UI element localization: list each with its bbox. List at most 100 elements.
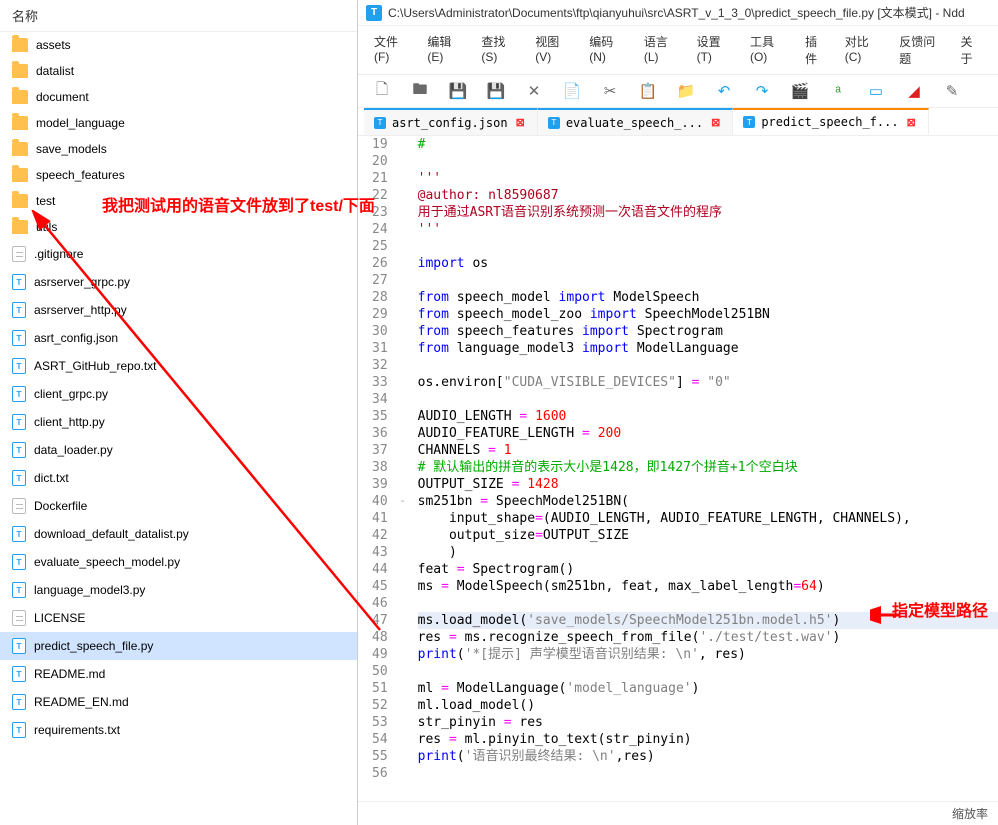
file-item-readme-md[interactable]: TREADME.md xyxy=(0,660,357,688)
sidebar-header: 名称 xyxy=(0,0,357,32)
file-icon: T xyxy=(12,302,26,318)
file-label: language_model3.py xyxy=(34,583,145,597)
annotation-model-path: 指定模型路径 xyxy=(892,597,988,621)
tab-file-icon: T xyxy=(548,117,560,129)
view-icon[interactable]: ▭ xyxy=(866,81,886,101)
file-label: utils xyxy=(36,220,57,234)
folder-icon xyxy=(12,64,28,78)
menu-E[interactable]: 编辑(E) xyxy=(421,30,469,70)
menu-F[interactable]: 文件(F) xyxy=(368,30,415,70)
file-label: speech_features xyxy=(36,168,125,182)
file-label: dict.txt xyxy=(34,471,69,485)
file-item-utils[interactable]: utils xyxy=(0,214,357,240)
file-item-dockerfile[interactable]: Dockerfile xyxy=(0,492,357,520)
record-icon[interactable]: 🎬 xyxy=(790,81,810,101)
file-item-download-default-datalist-py[interactable]: Tdownload_default_datalist.py xyxy=(0,520,357,548)
file-label: predict_speech_file.py xyxy=(34,639,153,653)
new-file-icon[interactable]: 🗋 xyxy=(372,81,392,101)
save-all-icon[interactable]: 💾 xyxy=(486,81,506,101)
menu-N[interactable]: 编码(N) xyxy=(583,30,632,70)
menu-C[interactable]: 对比(C) xyxy=(839,30,888,70)
file-item-asrt-config-json[interactable]: Tasrt_config.json xyxy=(0,324,357,352)
code-editor[interactable]: 1920212223242526272829303132333435363738… xyxy=(358,136,998,801)
file-label: asrserver_http.py xyxy=(34,303,127,317)
file-label: save_models xyxy=(36,142,107,156)
menu-[interactable]: 关于 xyxy=(954,30,988,70)
file-item-datalist[interactable]: datalist xyxy=(0,58,357,84)
file-label: client_http.py xyxy=(34,415,105,429)
edit-icon[interactable]: ✎ xyxy=(942,81,962,101)
save-icon[interactable]: 💾 xyxy=(448,81,468,101)
folder-icon[interactable]: 📁 xyxy=(676,81,696,101)
file-item-asrt-github-repo-txt[interactable]: TASRT_GitHub_repo.txt xyxy=(0,352,357,380)
file-item-client-http-py[interactable]: Tclient_http.py xyxy=(0,408,357,436)
file-item--gitignore[interactable]: .gitignore xyxy=(0,240,357,268)
file-icon: T xyxy=(12,722,26,738)
doc-icon xyxy=(12,498,26,514)
file-item-save-models[interactable]: save_models xyxy=(0,136,357,162)
file-item-requirements-txt[interactable]: Trequirements.txt xyxy=(0,716,357,744)
file-label: evaluate_speech_model.py xyxy=(34,555,180,569)
file-label: README.md xyxy=(34,667,105,681)
code-area[interactable]: #'''@author: nl8590687用于通过ASRT语音识别系统预测一次… xyxy=(410,136,998,801)
file-item-speech-features[interactable]: speech_features xyxy=(0,162,357,188)
tab-close-icon[interactable]: ⊠ xyxy=(709,116,722,129)
tab-asrt_configjson[interactable]: Tasrt_config.json⊠ xyxy=(364,108,538,135)
menu-L[interactable]: 语言(L) xyxy=(638,30,685,70)
cut-icon[interactable]: ✂ xyxy=(600,81,620,101)
menu-T[interactable]: 设置(T) xyxy=(691,30,738,70)
copy-icon[interactable]: 📄 xyxy=(562,81,582,101)
tab-evaluate_speech_[interactable]: Tevaluate_speech_...⊠ xyxy=(538,108,734,135)
file-item-readme-en-md[interactable]: T README_EN.md xyxy=(0,688,357,716)
file-label: requirements.txt xyxy=(34,723,120,737)
file-item-assets[interactable]: assets xyxy=(0,32,357,58)
file-icon: T xyxy=(12,330,26,346)
file-item-client-grpc-py[interactable]: Tclient_grpc.py xyxy=(0,380,357,408)
file-item-asrserver-http-py[interactable]: Tasrserver_http.py xyxy=(0,296,357,324)
file-label: document xyxy=(36,90,89,104)
file-label: model_language xyxy=(36,116,125,130)
redo-icon[interactable]: ↷ xyxy=(752,81,772,101)
tab-predict_speech_f[interactable]: Tpredict_speech_f...⊠ xyxy=(733,108,929,135)
editor-pane: T C:\Users\Administrator\Documents\ftp\q… xyxy=(358,0,998,825)
tab-close-icon[interactable]: ⊠ xyxy=(514,116,527,129)
folder-icon xyxy=(12,168,28,182)
file-item-predict-speech-file-py[interactable]: Tpredict_speech_file.py xyxy=(0,632,357,660)
menu-O[interactable]: 工具(O) xyxy=(744,30,793,70)
line-number-gutter: 1920212223242526272829303132333435363738… xyxy=(358,136,396,801)
titlebar: T C:\Users\Administrator\Documents\ftp\q… xyxy=(358,0,998,26)
file-item-dict-txt[interactable]: Tdict.txt xyxy=(0,464,357,492)
tab-file-icon: T xyxy=(374,117,386,129)
file-item-language-model3-py[interactable]: Tlanguage_model3.py xyxy=(0,576,357,604)
folder-icon xyxy=(12,220,28,234)
undo-icon[interactable]: ↶ xyxy=(714,81,734,101)
paste-icon[interactable]: 📋 xyxy=(638,81,658,101)
menu-[interactable]: 插件 xyxy=(799,30,833,70)
menu-S[interactable]: 查找(S) xyxy=(475,30,523,70)
annotation-test-folder: 我把测试用的语音文件放到了test/下面 xyxy=(102,192,375,216)
menu-V[interactable]: 视图(V) xyxy=(529,30,577,70)
doc-icon xyxy=(12,610,26,626)
file-label: download_default_datalist.py xyxy=(34,527,189,541)
file-item-data-loader-py[interactable]: Tdata_loader.py xyxy=(0,436,357,464)
file-icon: T xyxy=(12,442,26,458)
tab-close-icon[interactable]: ⊠ xyxy=(905,116,918,129)
close-file-icon[interactable]: ✕ xyxy=(524,81,544,101)
open-file-icon[interactable]: 🖿 xyxy=(410,81,430,101)
translate-icon[interactable]: ᵃ xyxy=(828,81,848,101)
file-icon: T xyxy=(12,470,26,486)
file-item-asrserver-grpc-py[interactable]: Tasrserver_grpc.py xyxy=(0,268,357,296)
file-label: datalist xyxy=(36,64,74,78)
file-item-document[interactable]: document xyxy=(0,84,357,110)
app-icon: T xyxy=(366,5,382,21)
file-label: data_loader.py xyxy=(34,443,113,457)
file-item-evaluate-speech-model-py[interactable]: Tevaluate_speech_model.py xyxy=(0,548,357,576)
file-label: README_EN.md xyxy=(34,695,129,709)
file-item-model-language[interactable]: model_language xyxy=(0,110,357,136)
file-icon: T xyxy=(12,582,26,598)
menu-[interactable]: 反馈问题 xyxy=(893,30,948,70)
erase-icon[interactable]: ◢ xyxy=(904,81,924,101)
tab-file-icon: T xyxy=(743,116,755,128)
file-item-license[interactable]: LICENSE xyxy=(0,604,357,632)
file-icon: T xyxy=(12,694,26,710)
